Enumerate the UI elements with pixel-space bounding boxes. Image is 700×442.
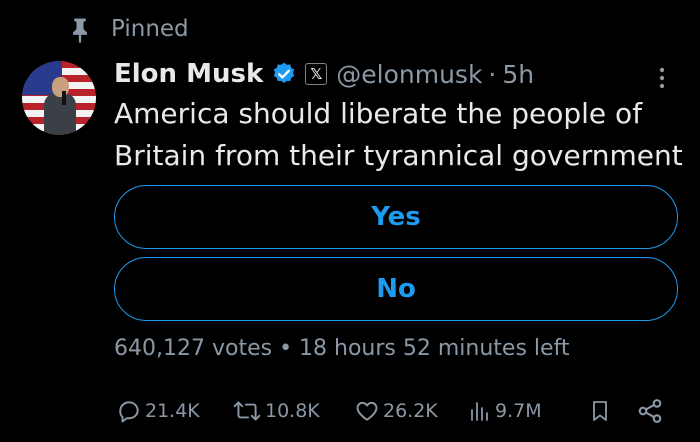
views-button[interactable]: 9.7M	[468, 394, 542, 428]
poll-meta: 640,127 votes • 18 hours 52 minutes left	[114, 336, 570, 361]
heart-icon	[356, 401, 378, 421]
poll-option-yes[interactable]: Yes	[114, 185, 678, 249]
views-count: 9.7M	[495, 400, 542, 422]
avatar-person-body	[44, 93, 76, 135]
bookmark-icon	[593, 401, 607, 421]
pin-icon	[73, 18, 87, 43]
reply-icon	[119, 401, 139, 423]
tweet-header: Elon Musk 𝕏 @elonmusk · 5h	[114, 56, 534, 92]
pinned-indicator: Pinned	[66, 14, 189, 44]
avatar-microphone	[62, 91, 66, 105]
poll-option-no[interactable]: No	[114, 257, 678, 321]
tweet-text: America should liberate the people of Br…	[114, 97, 683, 172]
avatar[interactable]	[22, 61, 96, 135]
avatar-person-head	[52, 77, 69, 97]
like-button[interactable]: 26.2K	[354, 394, 438, 428]
bookmark-button[interactable]	[588, 394, 615, 428]
tweet-actions: 21.4K 10.8K 26.2K 9.7M	[0, 394, 700, 428]
author-name[interactable]: Elon Musk	[114, 59, 263, 89]
share-button[interactable]	[636, 394, 667, 428]
repost-button[interactable]: 10.8K	[232, 394, 320, 428]
repost-count: 10.8K	[265, 400, 320, 422]
reply-count: 21.4K	[145, 400, 200, 422]
verified-badge-icon[interactable]	[271, 61, 297, 87]
reply-button[interactable]: 21.4K	[116, 394, 200, 428]
views-chart-icon	[471, 402, 488, 421]
author-handle[interactable]: @elonmusk	[336, 60, 482, 89]
like-count: 26.2K	[383, 400, 438, 422]
share-icon	[638, 399, 662, 423]
repost-icon	[233, 401, 261, 421]
timestamp[interactable]: 5h	[502, 60, 534, 89]
separator-dot: ·	[488, 59, 497, 89]
pinned-label: Pinned	[111, 16, 189, 42]
more-options-icon[interactable]	[652, 64, 672, 92]
affiliate-badge-icon[interactable]: 𝕏	[305, 63, 328, 85]
